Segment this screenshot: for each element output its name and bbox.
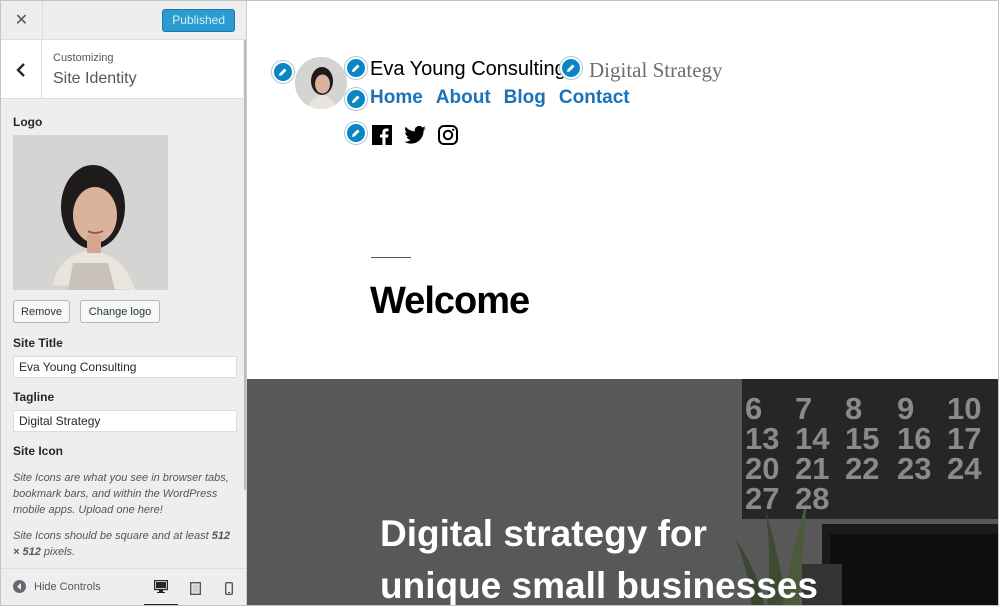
nav-blog[interactable]: Blog: [504, 87, 546, 109]
hero-cover: 6 7 8 9 10 13 14 15 16 17 20 21 22 23 24…: [247, 379, 998, 606]
hero-headline: Digital strategy for unique small busine…: [380, 508, 818, 606]
pencil-icon: [567, 64, 575, 72]
logo-portrait: [13, 135, 168, 290]
site-icon-size-note: Site Icons should be square and at least…: [13, 528, 239, 560]
section-header: Customizing Site Identity: [1, 40, 243, 99]
mobile-preview-button[interactable]: [212, 569, 246, 605]
hide-controls-label: Hide Controls: [34, 580, 101, 593]
logo-label: Logo: [13, 115, 43, 129]
desktop-preview-button[interactable]: [144, 569, 178, 605]
pencil-icon: [352, 129, 360, 137]
tablet-icon: [189, 581, 201, 595]
size-note-prefix: Site Icons should be square and at least: [13, 530, 212, 542]
section-title: Site Identity: [53, 70, 137, 87]
customizer-header: ✕ Published: [1, 1, 246, 40]
pencil-icon: [352, 95, 360, 103]
pencil-icon: [279, 68, 287, 76]
close-icon[interactable]: ✕: [1, 1, 43, 39]
back-button[interactable]: [1, 40, 42, 99]
chevron-left-icon: [16, 62, 25, 77]
page-heading: Welcome: [370, 280, 530, 322]
size-note-suffix: pixels.: [40, 546, 76, 558]
site-logo[interactable]: [295, 57, 347, 109]
logo-portrait-small: [295, 57, 347, 109]
calendar-day: 23: [897, 451, 931, 486]
primary-nav: Home About Blog Contact: [370, 87, 630, 109]
calendar-day: 24: [947, 451, 982, 486]
mobile-icon: [225, 581, 233, 595]
preview-tagline: Digital Strategy: [589, 58, 723, 82]
edit-title-shortcut[interactable]: [345, 57, 367, 79]
nav-home[interactable]: Home: [370, 87, 423, 109]
site-icon-label: Site Icon: [13, 444, 64, 458]
customizer-footer: Hide Controls: [1, 568, 246, 605]
tagline-input[interactable]: Digital Strategy: [13, 410, 237, 432]
tablet-preview-button[interactable]: [178, 569, 212, 605]
nav-contact[interactable]: Contact: [559, 87, 630, 109]
separator: [371, 257, 411, 258]
hero-line-2: unique small businesses: [380, 565, 818, 606]
edit-menu-shortcut[interactable]: [345, 88, 367, 110]
site-title-label: Site Title: [13, 336, 63, 350]
edit-logo-shortcut[interactable]: [272, 61, 294, 83]
publish-button[interactable]: Published: [162, 9, 235, 32]
social-links: [372, 125, 458, 145]
instagram-icon[interactable]: [438, 125, 458, 145]
remove-logo-button[interactable]: Remove: [13, 300, 70, 323]
customizer-sidebar: ✕ Published Customizing Site Identity Lo…: [0, 0, 247, 606]
change-logo-button[interactable]: Change logo: [80, 300, 160, 323]
pencil-icon: [352, 64, 360, 72]
controls-panel: Logo Remove Change logo Site Title Eva Y…: [1, 100, 243, 568]
edit-social-shortcut[interactable]: [345, 122, 367, 144]
calendar-day: 22: [845, 451, 879, 486]
edit-tagline-shortcut[interactable]: [560, 57, 582, 79]
tagline-label: Tagline: [13, 390, 55, 404]
facebook-icon[interactable]: [372, 125, 392, 145]
nav-about[interactable]: About: [436, 87, 491, 109]
site-preview: Eva Young Consulting Digital Strategy Ho…: [247, 0, 999, 606]
twitter-icon[interactable]: [404, 126, 426, 144]
customizing-label: Customizing: [53, 52, 114, 64]
desktop-icon: [154, 580, 168, 593]
preview-site-title[interactable]: Eva Young Consulting: [370, 58, 566, 81]
hide-controls-button[interactable]: Hide Controls: [13, 580, 101, 593]
logo-image[interactable]: [13, 135, 168, 290]
collapse-arrow-icon: [13, 580, 26, 593]
site-title-input[interactable]: Eva Young Consulting: [13, 356, 237, 378]
hero-line-1: Digital strategy for: [380, 513, 707, 554]
site-icon-description: Site Icons are what you see in browser t…: [13, 472, 229, 516]
